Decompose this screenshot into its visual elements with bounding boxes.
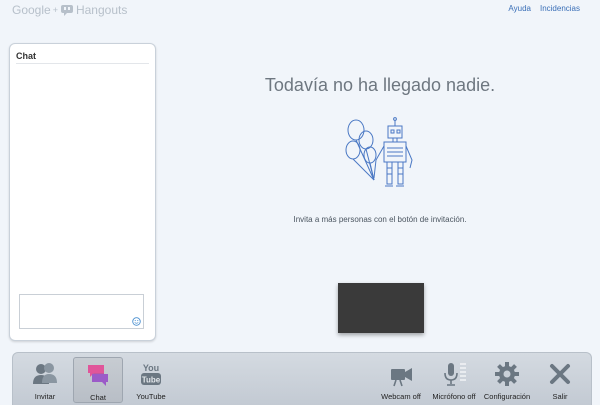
- youtube-label: YouTube: [136, 392, 166, 401]
- emoji-icon[interactable]: [132, 317, 141, 326]
- chat-panel: Chat: [9, 43, 156, 341]
- microphone-off-button[interactable]: Micrófono off: [429, 357, 479, 403]
- top-bar: Google + Hangouts Ayuda Incidencias: [0, 0, 600, 20]
- brand-hangouts: Hangouts: [75, 3, 128, 17]
- youtube-icon: You Tube: [141, 363, 161, 385]
- microphone-icon: [444, 363, 466, 386]
- invite-label: Invitar: [34, 392, 56, 401]
- webcam-icon: [391, 368, 412, 387]
- exit-label: Salir: [552, 392, 568, 401]
- webcam-off-button[interactable]: Webcam off: [376, 357, 426, 403]
- youtube-button[interactable]: You Tube YouTube: [126, 357, 176, 403]
- invite-hint: Invita a más personas con el botón de in…: [293, 215, 467, 224]
- empty-room-message: Todavía no ha llegado nadie.: [264, 75, 496, 95]
- brand-google: Google: [12, 3, 51, 17]
- svg-text:You: You: [143, 363, 159, 373]
- self-video-preview: [338, 283, 424, 333]
- chat-label: Chat: [90, 393, 106, 402]
- bottom-toolbar: Invitar Chat You Tube YouTube Webcam off: [12, 352, 592, 405]
- invite-button[interactable]: Invitar: [20, 357, 70, 403]
- close-icon: [550, 364, 570, 384]
- invite-people-icon: [33, 363, 57, 384]
- webcam-off-label: Webcam off: [381, 392, 421, 401]
- chat-message-input[interactable]: [19, 294, 144, 329]
- brand-plus: +: [52, 5, 58, 15]
- svg-text:Tube: Tube: [142, 376, 161, 385]
- help-link[interactable]: Ayuda: [508, 4, 531, 13]
- robot-with-balloons-illustration: [345, 117, 413, 187]
- hangouts-logo: Google + Hangouts: [12, 2, 127, 18]
- hangouts-icon: [60, 5, 73, 16]
- chat-panel-title: Chat: [16, 51, 36, 61]
- settings-label: Configuración: [483, 392, 531, 401]
- settings-button[interactable]: Configuración: [482, 357, 532, 403]
- microphone-off-label: Micrófono off: [432, 392, 476, 401]
- chat-icon: [88, 365, 108, 386]
- chat-title-divider: [16, 63, 149, 64]
- top-links: Ayuda Incidencias: [508, 4, 580, 13]
- exit-button[interactable]: Salir: [535, 357, 585, 403]
- gear-icon: [495, 362, 519, 386]
- chat-button[interactable]: Chat: [73, 357, 123, 403]
- report-issue-link[interactable]: Incidencias: [540, 4, 580, 13]
